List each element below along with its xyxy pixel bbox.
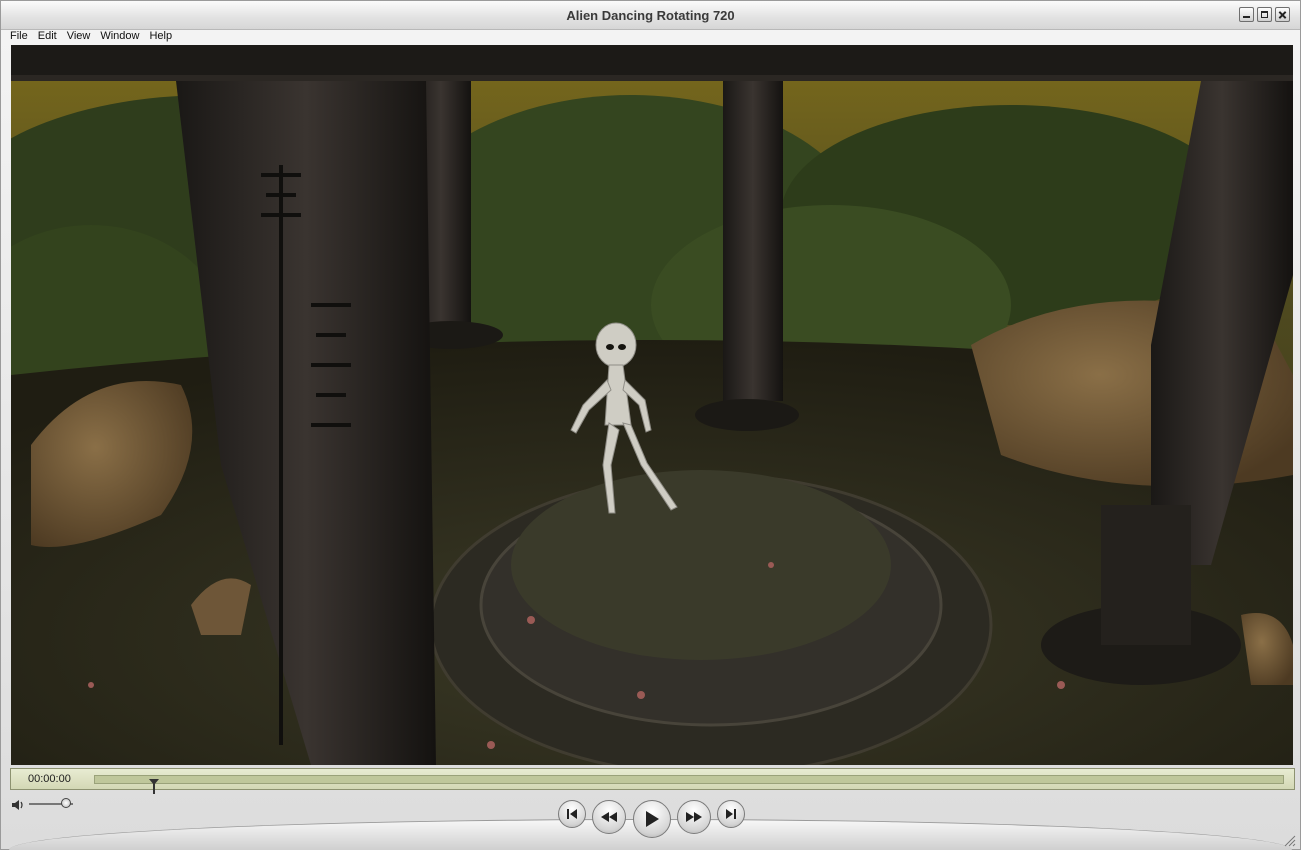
title-bar[interactable]: Alien Dancing Rotating 720 <box>1 1 1300 30</box>
menu-help[interactable]: Help <box>144 29 177 45</box>
menu-window[interactable]: Window <box>95 29 144 45</box>
minimize-icon[interactable] <box>1239 7 1254 22</box>
go-to-start-button[interactable] <box>558 800 586 828</box>
video-frame[interactable] <box>11 45 1293 765</box>
timeline-display: 00:00:00 <box>10 768 1295 794</box>
video-scene <box>11 45 1293 765</box>
resize-grip-icon[interactable] <box>1284 835 1296 847</box>
playhead[interactable] <box>149 779 160 794</box>
menu-edit[interactable]: Edit <box>33 29 62 45</box>
player-window: Alien Dancing Rotating 720 File Edit Vie… <box>0 0 1301 850</box>
window-title: Alien Dancing Rotating 720 <box>566 8 735 23</box>
fast-forward-icon <box>686 812 702 822</box>
window-controls <box>1239 7 1290 22</box>
menu-view[interactable]: View <box>62 29 96 45</box>
play-icon <box>646 811 659 827</box>
rewind-button[interactable] <box>592 800 626 834</box>
scrubber-track[interactable] <box>94 775 1284 794</box>
menu-file[interactable]: File <box>5 29 33 45</box>
menu-bar: File Edit View Window Help <box>1 29 1300 45</box>
skip-back-icon <box>567 809 577 819</box>
play-button[interactable] <box>633 800 671 838</box>
go-to-end-button[interactable] <box>717 800 745 828</box>
control-bar <box>1 791 1300 850</box>
current-time: 00:00:00 <box>28 773 71 785</box>
volume-knob[interactable] <box>61 798 72 808</box>
skip-forward-icon <box>726 809 736 819</box>
maximize-icon[interactable] <box>1257 7 1272 22</box>
speaker-icon[interactable] <box>11 799 25 811</box>
rewind-icon <box>601 812 617 822</box>
fast-forward-button[interactable] <box>677 800 711 834</box>
close-icon[interactable] <box>1275 7 1290 22</box>
